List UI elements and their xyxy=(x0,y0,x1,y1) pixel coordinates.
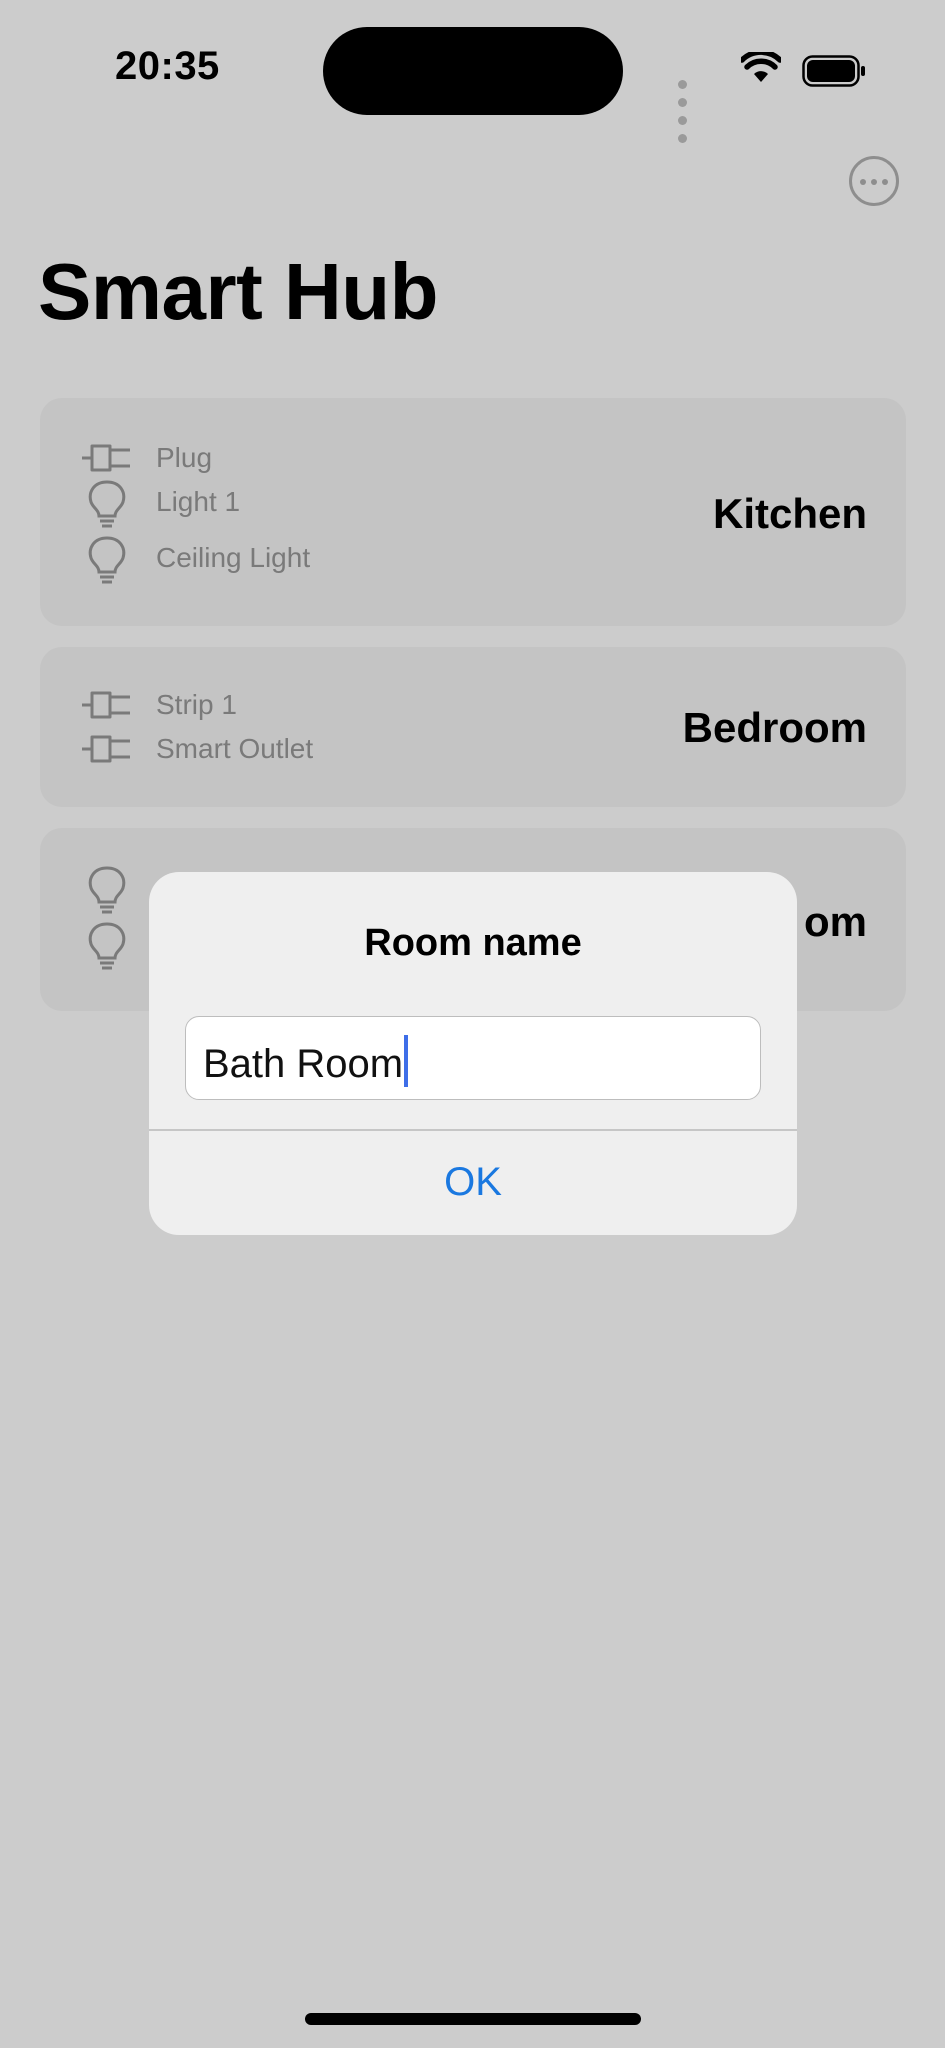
ellipsis-circle-icon xyxy=(860,179,866,185)
text-caret xyxy=(404,1035,409,1087)
dynamic-island xyxy=(323,27,623,115)
home-indicator[interactable] xyxy=(305,2013,641,2025)
device-label: Ceiling Light xyxy=(156,542,311,573)
room-card-bedroom[interactable]: Strip 1 Smart Outlet Bedroom xyxy=(40,647,906,807)
device-row xyxy=(40,866,140,914)
device-row xyxy=(40,922,140,970)
input-value-wrapper: Bath Room xyxy=(203,1035,409,1087)
more-options-button[interactable] xyxy=(849,156,899,206)
wifi-icon xyxy=(741,52,781,82)
page-title: Smart Hub xyxy=(38,247,439,336)
device-row: Plug xyxy=(40,438,440,478)
lightbulb-icon xyxy=(88,922,126,970)
device-row: Light 1 xyxy=(40,480,440,528)
device-label: Plug xyxy=(156,442,213,473)
room-name: Kitchen xyxy=(712,490,867,537)
device-row: Smart Outlet xyxy=(40,729,440,769)
plug-icon xyxy=(82,735,130,763)
room-name-input[interactable]: Bath Room xyxy=(185,1016,761,1100)
battery-icon xyxy=(802,55,865,87)
lightbulb-icon xyxy=(88,866,126,914)
lightbulb-icon xyxy=(88,480,126,528)
device-row: Strip 1 xyxy=(40,685,440,725)
room-name-dialog: Room name Bath Room OK xyxy=(149,872,797,1235)
device-label: Strip 1 xyxy=(156,689,237,720)
status-time: 20:35 xyxy=(115,44,220,88)
plug-icon xyxy=(82,444,130,472)
device-label: Smart Outlet xyxy=(156,733,314,764)
plug-icon xyxy=(82,691,130,719)
device-row: Ceiling Light xyxy=(40,536,440,584)
ok-button[interactable]: OK xyxy=(149,1130,797,1235)
lightbulb-icon xyxy=(88,536,126,584)
dialog-title: Room name xyxy=(364,922,582,964)
room-name: Bedroom xyxy=(682,704,867,751)
device-label: Light 1 xyxy=(156,486,241,517)
cellular-signal-icon xyxy=(678,76,690,148)
input-value: Bath Room xyxy=(203,1042,404,1086)
room-card-kitchen[interactable]: Plug Light 1 Ceiling Light Kitchen xyxy=(40,398,906,626)
room-name: om xyxy=(804,898,867,945)
